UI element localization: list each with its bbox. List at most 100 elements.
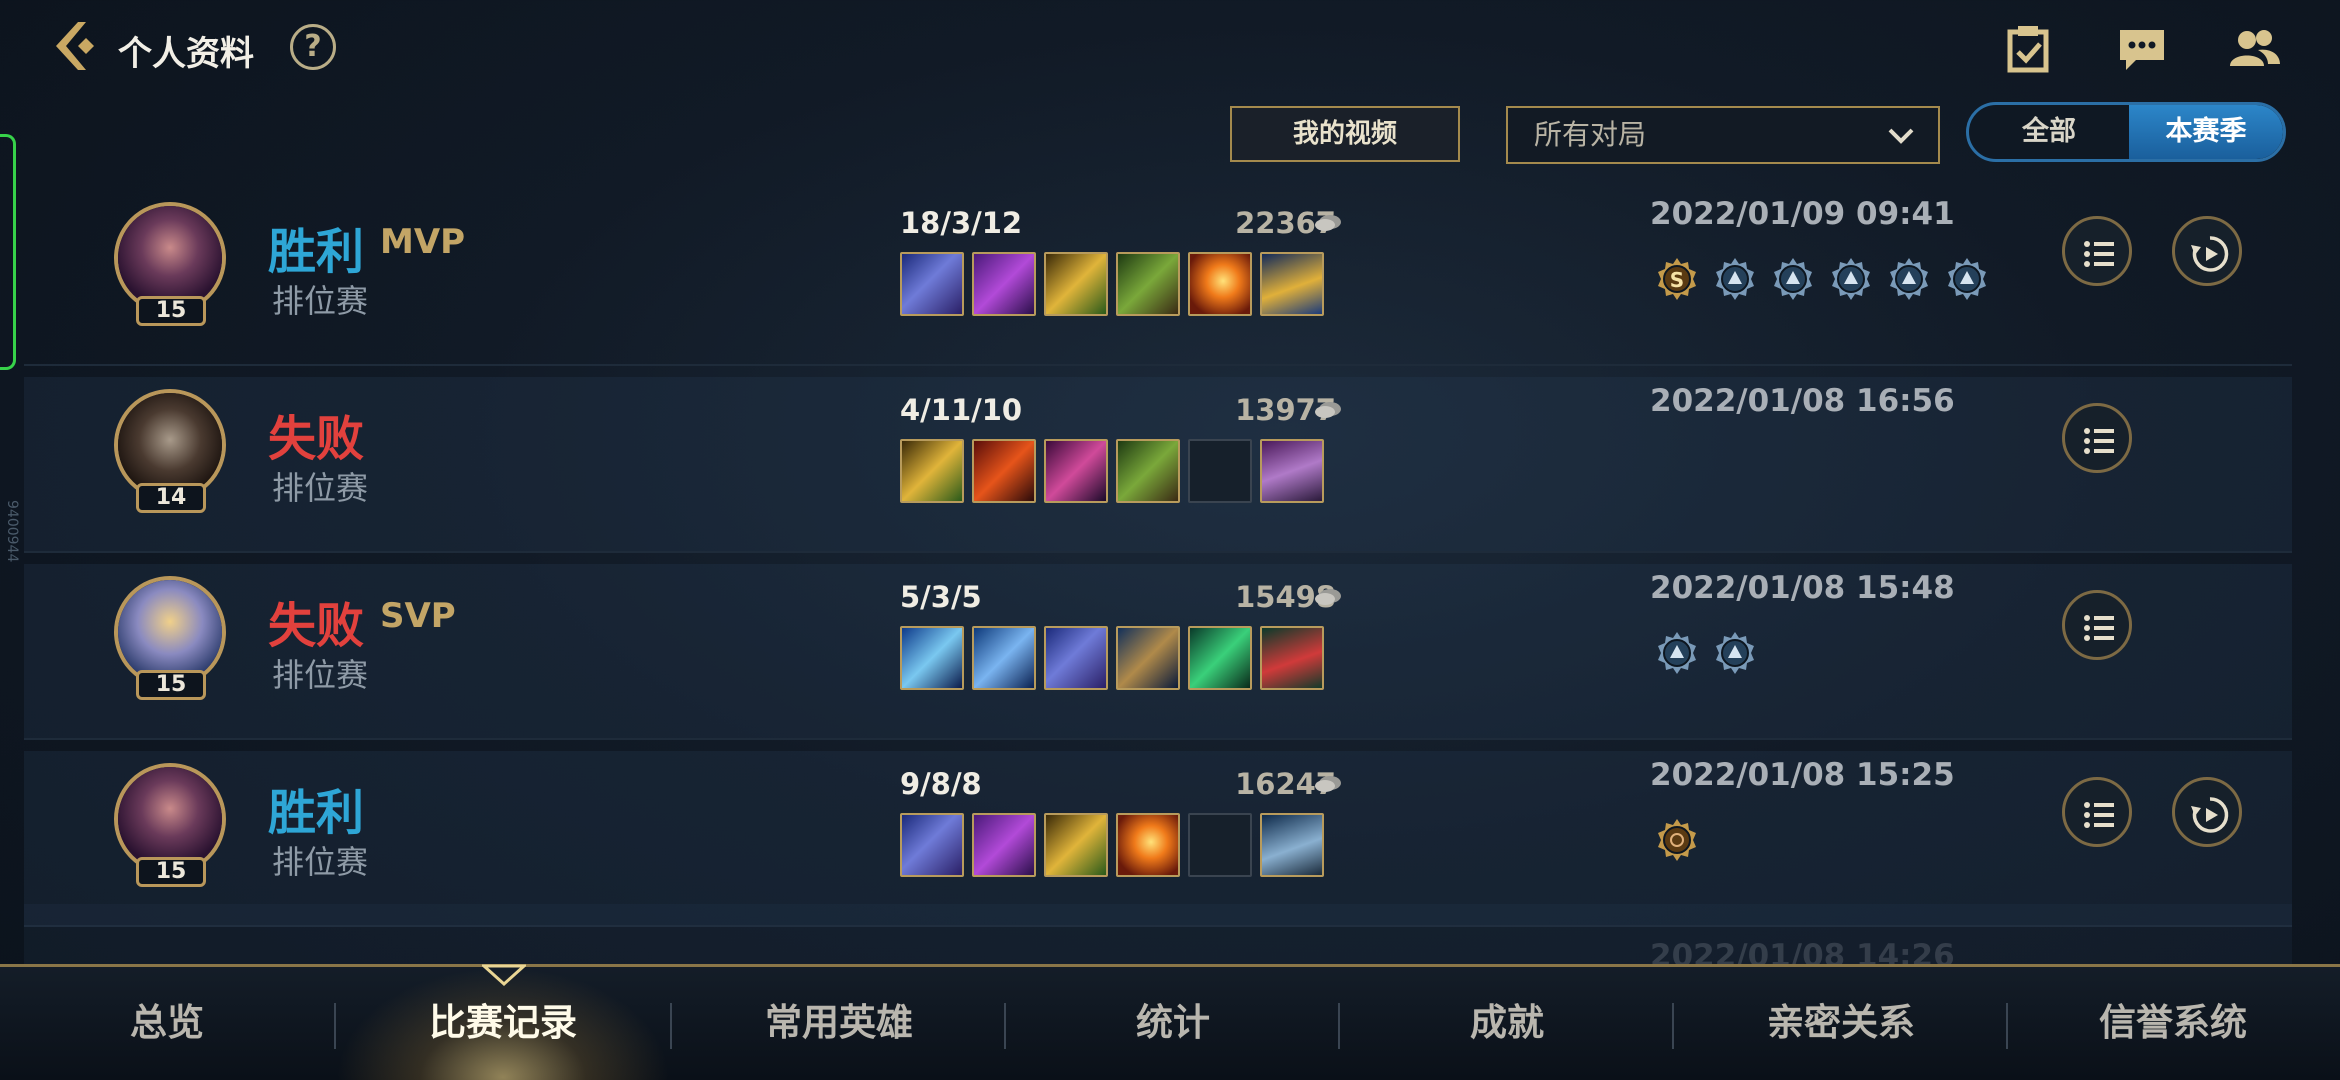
purple-boots-active-item-icon[interactable]	[1260, 439, 1324, 503]
blue-blade-item-icon[interactable]	[900, 252, 964, 316]
match-row[interactable]: 15 失败 SVP 排位赛 5/3/5 15498 2022/01/08 15:48	[24, 564, 2292, 740]
blue-sword-item-icon[interactable]	[900, 626, 964, 690]
match-row[interactable]: 15 胜利 MVP 排位赛 18/3/12 22367 2022/01/09 09:41 S	[24, 190, 2292, 366]
tab-achievements[interactable]: 成就	[1340, 967, 1674, 1080]
list-icon	[2084, 615, 2114, 641]
bronze-dagger-item-icon[interactable]	[1116, 626, 1180, 690]
replay-button[interactable]	[2172, 777, 2242, 847]
gold-coin-icon	[1314, 212, 1342, 234]
gold-saber-item-icon[interactable]	[900, 439, 964, 503]
match-row[interactable]: 14 失败 排位赛 4/11/10 13977 2022/01/08 16:56	[24, 377, 2292, 553]
kda-score: 4/11/10	[900, 393, 1023, 427]
gold-coin-icon	[1314, 586, 1342, 608]
chat-icon[interactable]	[2114, 22, 2170, 76]
kda-score: 5/3/5	[900, 580, 982, 614]
hero-level-badge: 15	[136, 296, 206, 326]
my-videos-button[interactable]: 我的视频	[1230, 106, 1460, 162]
game-mode: 排位赛	[272, 282, 369, 320]
red-greatsword-item-icon[interactable]	[972, 439, 1036, 503]
match-date: 2022/01/08 15:25	[1650, 757, 1955, 793]
red-boots-active-item-icon[interactable]	[1260, 626, 1324, 690]
season-toggle[interactable]: 全部 本赛季	[1966, 102, 2286, 162]
match-result: 失败	[268, 598, 365, 654]
hero-portrait	[118, 767, 222, 871]
game-mode: 排位赛	[272, 469, 369, 507]
tab-relationships[interactable]: 亲密关系	[1674, 967, 2008, 1080]
match-type-select-value: 所有对局	[1534, 118, 1647, 151]
ice-fist-item-icon[interactable]	[972, 626, 1036, 690]
hero-portrait	[118, 206, 222, 310]
toggle-season-option[interactable]: 本赛季	[2129, 105, 2283, 159]
match-date: 2022/01/08 16:56	[1650, 383, 1955, 419]
tab-reputation[interactable]: 信誉系统	[2006, 967, 2340, 1080]
pink-spear-item-icon[interactable]	[1044, 439, 1108, 503]
match-result: 胜利	[268, 785, 365, 841]
bottom-nav: 总览 比赛记录 常用英雄 统计 成就 亲密关系 信誉系统	[0, 964, 2340, 1080]
performance-tag: SVP	[380, 596, 456, 636]
split-medal-icon[interactable]	[1886, 256, 1932, 302]
back-arrow-icon[interactable]	[48, 18, 108, 78]
gold-amount: 22367	[1235, 206, 1336, 240]
crown-medal-icon[interactable]	[1712, 630, 1758, 676]
flag-medal-icon[interactable]	[1712, 256, 1758, 302]
friends-icon[interactable]	[2226, 22, 2282, 76]
match-details-button[interactable]	[2062, 403, 2132, 473]
match-type-select[interactable]: 所有对局	[1506, 106, 1940, 164]
gold-cup-active-item-icon[interactable]	[1260, 252, 1324, 316]
chevron-down-icon	[1888, 128, 1914, 144]
purple-staff-item-icon[interactable]	[972, 813, 1036, 877]
tab-overview[interactable]: 总览	[0, 967, 334, 1080]
match-details-button[interactable]	[2062, 216, 2132, 286]
gold-saber-item-icon[interactable]	[1044, 813, 1108, 877]
scroll-medal-icon[interactable]	[1770, 256, 1816, 302]
list-icon	[2084, 802, 2114, 828]
tab-statistics[interactable]: 统计	[1006, 967, 1340, 1080]
shield-medal-icon[interactable]	[1944, 256, 1990, 302]
replay-icon	[2191, 797, 2229, 833]
empty-item-slot[interactable]	[1188, 813, 1252, 877]
match-result: 胜利	[268, 224, 365, 280]
gold-saber-item-icon[interactable]	[1044, 252, 1108, 316]
green-crossbow-item-icon[interactable]	[1116, 439, 1180, 503]
active-tab-indicator-icon	[482, 964, 526, 986]
hero-level-badge: 15	[136, 857, 206, 887]
replay-button[interactable]	[2172, 216, 2242, 286]
toggle-all-option[interactable]: 全部	[1969, 105, 2129, 159]
side-drawer-handle[interactable]	[0, 134, 16, 370]
flame-orb-item-icon[interactable]	[1188, 252, 1252, 316]
blue-blade-item-icon[interactable]	[900, 813, 964, 877]
scroll-medal-icon[interactable]	[1654, 630, 1700, 676]
task-checklist-icon[interactable]	[2000, 22, 2056, 76]
bronze-target-medal-icon[interactable]	[1654, 817, 1700, 863]
list-icon	[2084, 241, 2114, 267]
partial-match-row: 2022/01/08 14:26	[24, 904, 2292, 974]
match-row[interactable]: 15 胜利 排位赛 9/8/8 16247 2022/01/08 15:25	[24, 751, 2292, 927]
green-crossbow-item-icon[interactable]	[1116, 252, 1180, 316]
tab-frequent-heroes[interactable]: 常用英雄	[672, 967, 1006, 1080]
game-mode: 排位赛	[272, 843, 369, 881]
s-rank-medal-icon[interactable]: S	[1654, 256, 1700, 302]
crown-medal-icon[interactable]	[1828, 256, 1874, 302]
match-details-button[interactable]	[2062, 777, 2132, 847]
match-date: 2022/01/08 15:48	[1650, 570, 1955, 606]
green-lance-item-icon[interactable]	[1188, 626, 1252, 690]
kda-score: 9/8/8	[900, 767, 982, 801]
blue-blade-item-icon[interactable]	[1044, 626, 1108, 690]
gold-coin-icon	[1314, 399, 1342, 421]
flame-orb-item-icon[interactable]	[1116, 813, 1180, 877]
help-icon[interactable]: ?	[290, 24, 336, 70]
match-details-button[interactable]	[2062, 590, 2132, 660]
gold-amount: 15498	[1235, 580, 1336, 614]
list-icon	[2084, 428, 2114, 454]
hero-portrait	[118, 580, 222, 684]
empty-item-slot[interactable]	[1188, 439, 1252, 503]
hero-portrait	[118, 393, 222, 497]
svg-text:S: S	[1670, 268, 1684, 292]
purple-staff-item-icon[interactable]	[972, 252, 1036, 316]
steel-boots-active-item-icon[interactable]	[1260, 813, 1324, 877]
gold-amount: 16247	[1235, 767, 1336, 801]
game-mode: 排位赛	[272, 656, 369, 694]
replay-icon	[2191, 236, 2229, 272]
top-bar: 个人资料 ?	[0, 0, 2340, 100]
hero-level-badge: 14	[136, 483, 206, 513]
